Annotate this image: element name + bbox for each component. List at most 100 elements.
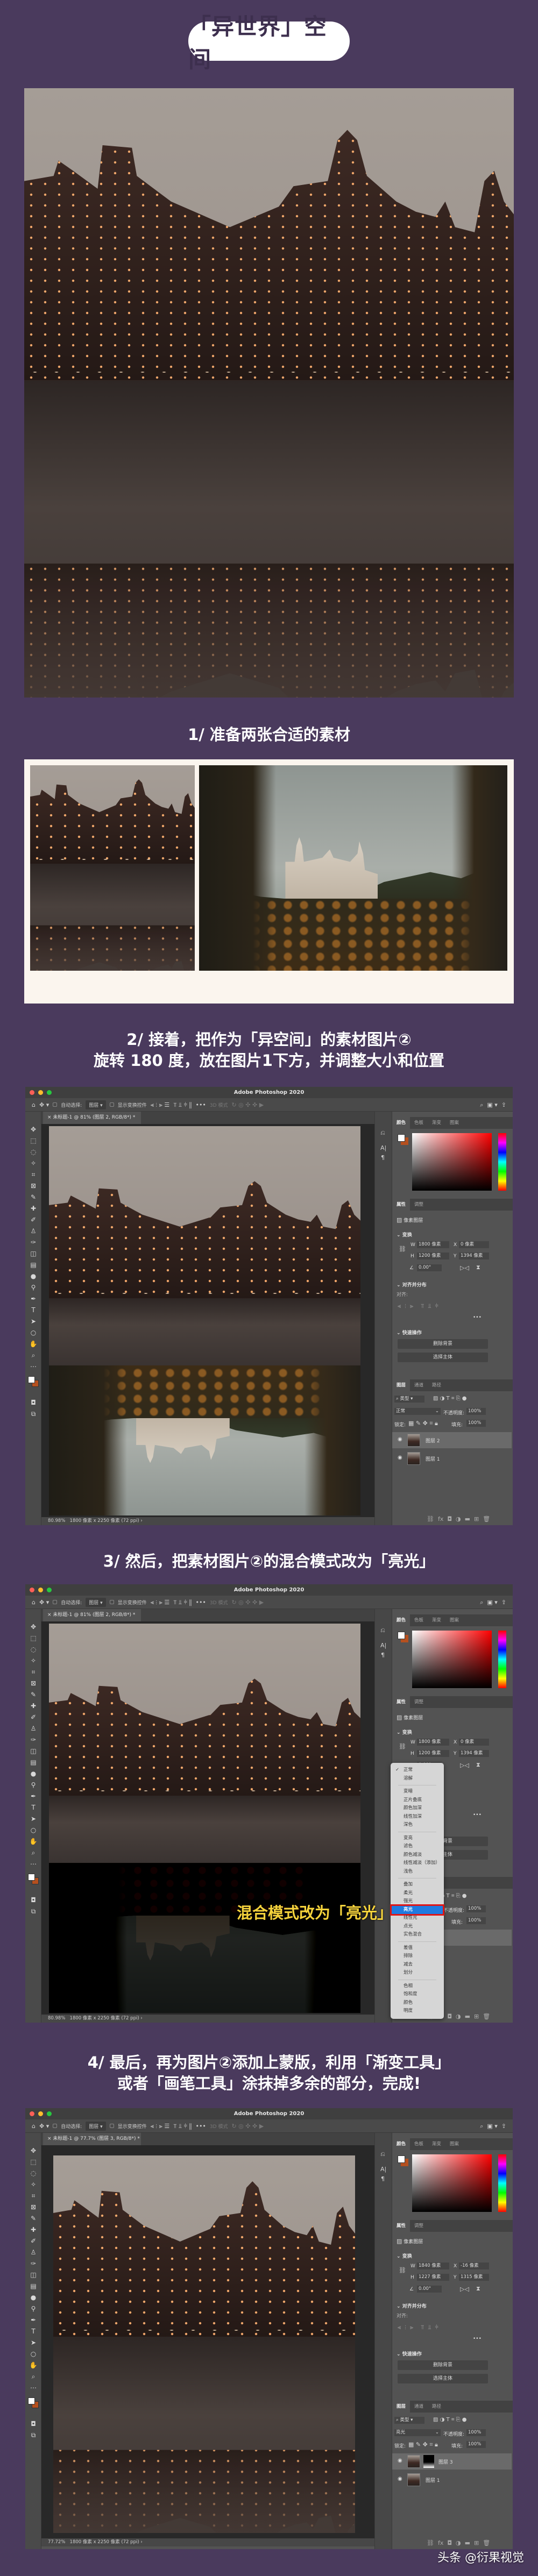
hue-slider[interactable] xyxy=(498,1133,506,1191)
align-section[interactable]: ⌄ 对齐并分布 xyxy=(397,2302,427,2309)
blend-option[interactable]: 颜色减淡 xyxy=(391,1851,444,1860)
crop-tool-icon[interactable]: ⌗ xyxy=(27,1170,39,1179)
layer-filter-icons[interactable]: ▨ ◑ T ⌗ ⎘ ● xyxy=(433,2417,467,2423)
blend-option[interactable]: 浅色 xyxy=(391,1868,444,1876)
more-align-icon[interactable]: ••• xyxy=(473,1315,482,1320)
foreground-color-swatch[interactable] xyxy=(398,1632,405,1639)
history-brush-tool-icon[interactable]: ✑ xyxy=(27,2259,39,2268)
shape-tool-icon[interactable]: ○ xyxy=(27,1328,39,1337)
close-tab-icon[interactable]: × xyxy=(47,1115,53,1120)
screen-mode-icon[interactable]: ⧉ xyxy=(27,1906,39,1916)
visibility-eye-icon[interactable]: ◉ xyxy=(398,1436,402,1442)
flip-vertical-icon[interactable]: ⧗ xyxy=(476,2286,480,2292)
show-transform-checkbox[interactable] xyxy=(109,1600,114,1604)
zoom-tool-icon[interactable]: ⌕ xyxy=(27,1350,39,1360)
y-field[interactable]: 1394 像素 xyxy=(459,1750,489,1757)
gradient-tool-icon[interactable]: ▤ xyxy=(27,1260,39,1270)
healing-tool-icon[interactable]: ✚ xyxy=(27,1701,39,1711)
share-icon[interactable]: ⇪ xyxy=(501,1599,506,1605)
foreground-color-swatch[interactable] xyxy=(398,1134,405,1142)
move-tool-icon[interactable]: ✥ ▾ xyxy=(39,1102,49,1108)
tab-0[interactable]: 图层 xyxy=(392,1379,410,1391)
move-tool-icon[interactable]: ✥ xyxy=(27,2146,39,2155)
shape-tool-icon[interactable]: ○ xyxy=(27,2349,39,2359)
link-icon[interactable]: ⛓ xyxy=(399,2267,406,2273)
blend-option[interactable]: 线性减淡（添加） xyxy=(391,1859,444,1868)
flip-horizontal-icon[interactable]: ▷◁ xyxy=(460,2286,469,2292)
x-field[interactable]: -16 像素 xyxy=(459,2262,489,2269)
tab-0[interactable]: 属性 xyxy=(392,1199,410,1211)
zoom-button[interactable] xyxy=(47,2111,52,2116)
auto-select-dropdown[interactable]: 图层 ▾ xyxy=(86,2121,106,2131)
align-buttons[interactable]: ⫷ ⫶ ⫸ ⫪ ⫫ ⫩ xyxy=(398,1303,438,1309)
canvas-area[interactable] xyxy=(41,2145,374,2538)
blend-option[interactable]: 颜色 xyxy=(391,1999,444,2008)
blend-option[interactable]: 点光 xyxy=(391,1923,444,1931)
home-icon[interactable]: ⌂ xyxy=(32,2123,36,2129)
dodge-tool-icon[interactable]: ⚲ xyxy=(27,1283,39,1292)
blend-option[interactable]: 变暗 xyxy=(391,1788,444,1796)
hue-slider[interactable] xyxy=(498,2154,506,2212)
quick-mask-icon[interactable]: ◘ xyxy=(27,1398,39,1407)
zoom-button[interactable] xyxy=(47,1090,52,1095)
home-icon[interactable]: ⌂ xyxy=(32,1599,36,1605)
crop-tool-icon[interactable]: ⌗ xyxy=(27,2191,39,2201)
blend-option[interactable]: 划分 xyxy=(391,1969,444,1977)
blend-option[interactable]: 强光 xyxy=(391,1897,444,1906)
eyedropper-tool-icon[interactable]: ✎ xyxy=(27,1690,39,1699)
quick-select-tool-icon[interactable]: ✧ xyxy=(27,1158,39,1168)
opacity-field[interactable]: 100% xyxy=(466,2429,486,2436)
show-transform-checkbox[interactable] xyxy=(109,1102,114,1107)
quick-select-tool-icon[interactable]: ✧ xyxy=(27,2180,39,2189)
type-tool-icon[interactable]: T xyxy=(27,2326,39,2336)
flip-horizontal-icon[interactable]: ▷◁ xyxy=(460,1762,469,1768)
blend-option[interactable]: 减去 xyxy=(391,1961,444,1969)
blur-tool-icon[interactable]: ● xyxy=(27,1271,39,1281)
hue-slider[interactable] xyxy=(498,1631,506,1688)
height-field[interactable]: 1200 像素 xyxy=(417,1750,449,1757)
history-icon[interactable]: ⎌ xyxy=(380,1130,385,1136)
eraser-tool-icon[interactable]: ◫ xyxy=(27,2270,39,2280)
auto-select-dropdown[interactable]: 图层 ▾ xyxy=(86,1597,106,1607)
blend-option[interactable]: 正片叠底 xyxy=(391,1796,444,1805)
stamp-tool-icon[interactable]: ♙ xyxy=(27,1724,39,1733)
shape-tool-icon[interactable]: ○ xyxy=(27,1825,39,1835)
history-icon[interactable]: ⎌ xyxy=(380,1627,385,1633)
layer-filter-icons[interactable]: ▨ ◑ T ⌗ ⎘ ● xyxy=(433,1396,467,1401)
blend-option[interactable]: 滤色 xyxy=(391,1842,444,1851)
marquee-tool-icon[interactable]: ⬚ xyxy=(27,2157,39,2167)
minimize-button[interactable] xyxy=(38,1090,43,1095)
tab-1[interactable]: 色板 xyxy=(410,1614,428,1626)
type-tool-icon[interactable]: T xyxy=(27,1305,39,1315)
layer-bottom-actions[interactable]: ⛓ fx ◘ ◑ ▬ ⊞ 🗑︎ xyxy=(427,2540,490,2546)
history-brush-tool-icon[interactable]: ✑ xyxy=(27,1735,39,1745)
tab-1[interactable]: 色板 xyxy=(410,2138,428,2150)
more-align-icon[interactable]: ••• xyxy=(473,1812,482,1818)
layer-row[interactable]: ◉ 图层 1 xyxy=(392,1450,512,1467)
stamp-tool-icon[interactable]: ♙ xyxy=(27,1226,39,1236)
layer-row[interactable]: ◉ 图层 3 xyxy=(392,2453,512,2470)
angle-field[interactable]: 0.00° xyxy=(417,1264,442,1271)
blend-option[interactable]: 叠加 xyxy=(391,1881,444,1889)
minimize-button[interactable] xyxy=(38,2111,43,2116)
blend-option[interactable]: 变亮 xyxy=(391,1834,444,1843)
zoom-button[interactable] xyxy=(47,1588,52,1592)
angle-field[interactable]: 0.00° xyxy=(417,2286,442,2293)
pen-tool-icon[interactable]: ✒ xyxy=(27,1791,39,1801)
character-icon[interactable]: A| xyxy=(380,2166,386,2172)
more-options-icon[interactable]: ••• xyxy=(195,2123,206,2129)
search-icon[interactable]: ⌕ xyxy=(480,1599,483,1605)
healing-tool-icon[interactable]: ✚ xyxy=(27,1204,39,1213)
tab-1[interactable]: 调整 xyxy=(410,2220,428,2232)
transform-section[interactable]: ⌄ 变换 xyxy=(397,1728,412,1735)
tab-1[interactable]: 通道 xyxy=(410,2401,428,2413)
align-section[interactable]: ⌄ 对齐并分布 xyxy=(397,1281,427,1288)
pen-tool-icon[interactable]: ✒ xyxy=(27,1294,39,1304)
lock-icons[interactable]: ▦ ✎ ✥ ⌗ 🔒︎ xyxy=(408,1420,438,1426)
eraser-tool-icon[interactable]: ◫ xyxy=(27,1746,39,1756)
fill-field[interactable]: 100% xyxy=(466,2441,486,2448)
lasso-tool-icon[interactable]: ◌ xyxy=(27,1645,39,1654)
foreground-color-swatch[interactable] xyxy=(398,2155,405,2163)
flip-vertical-icon[interactable]: ⧗ xyxy=(476,1264,480,1270)
tab-0[interactable]: 颜色 xyxy=(392,2138,410,2150)
